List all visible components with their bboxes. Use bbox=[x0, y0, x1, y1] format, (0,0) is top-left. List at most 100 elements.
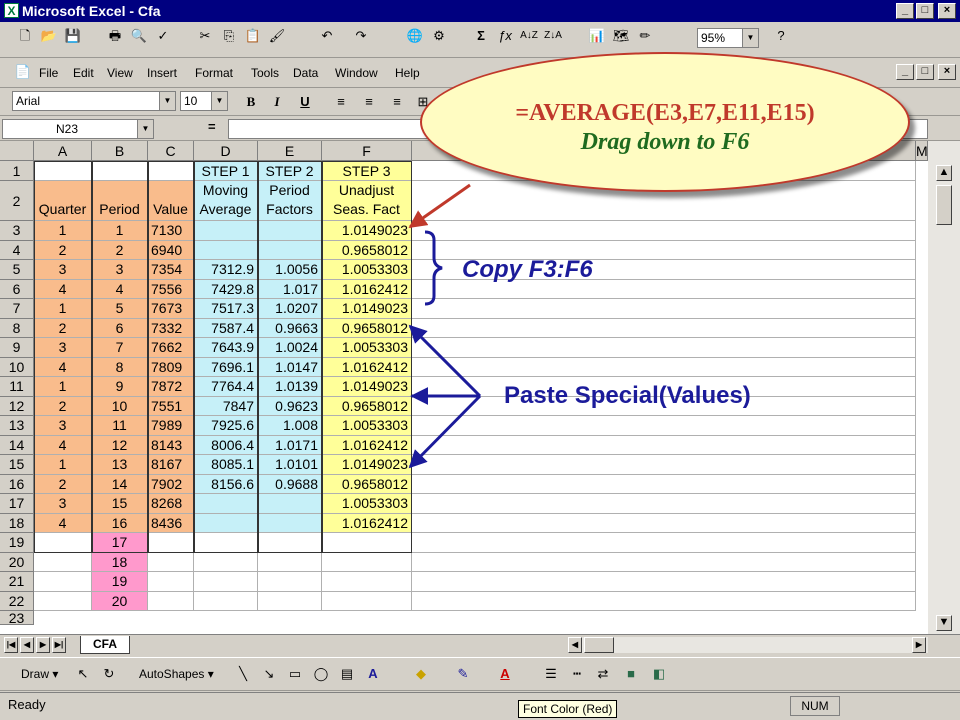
function-icon[interactable]: ƒx bbox=[494, 25, 516, 47]
data-cell[interactable] bbox=[194, 240, 258, 260]
data-cell[interactable]: 7872 bbox=[148, 377, 194, 397]
doc-minimize-button[interactable]: _ bbox=[896, 64, 914, 80]
line-style-icon[interactable]: ☰ bbox=[540, 663, 562, 685]
cell[interactable] bbox=[412, 318, 916, 338]
oval-icon[interactable]: ◯ bbox=[310, 663, 332, 685]
data-cell[interactable]: 6940 bbox=[148, 240, 194, 260]
data-cell[interactable] bbox=[34, 572, 92, 592]
data-cell[interactable]: 1.0162412 bbox=[322, 279, 412, 299]
data-cell[interactable]: 14 bbox=[92, 474, 148, 494]
data-cell[interactable]: 2 bbox=[34, 240, 92, 260]
data-cell[interactable] bbox=[258, 591, 322, 611]
data-cell[interactable]: 8436 bbox=[148, 513, 194, 533]
data-cell[interactable]: 1.0101 bbox=[258, 455, 322, 475]
data-cell[interactable]: 1.0162412 bbox=[322, 357, 412, 377]
data-cell[interactable]: 1 bbox=[34, 299, 92, 319]
cell[interactable] bbox=[412, 455, 916, 475]
data-cell[interactable]: 7925.6 bbox=[194, 416, 258, 436]
data-cell[interactable]: 7429.8 bbox=[194, 279, 258, 299]
data-cell[interactable]: 1.0162412 bbox=[322, 513, 412, 533]
menu-edit[interactable]: Edit bbox=[70, 62, 97, 84]
data-cell[interactable]: 7764.4 bbox=[194, 377, 258, 397]
data-cell[interactable] bbox=[148, 552, 194, 572]
row-header[interactable]: 8 bbox=[0, 318, 34, 338]
header-cell[interactable]: Period bbox=[92, 181, 148, 221]
scroll-thumb[interactable] bbox=[936, 185, 952, 225]
save-icon[interactable]: 💾 bbox=[62, 25, 84, 47]
data-cell[interactable]: 1.0139 bbox=[258, 377, 322, 397]
data-cell[interactable]: 17 bbox=[92, 533, 148, 553]
data-cell[interactable]: 8268 bbox=[148, 494, 194, 514]
autosum-icon[interactable]: Σ bbox=[470, 25, 492, 47]
data-cell[interactable]: 7902 bbox=[148, 474, 194, 494]
cell[interactable] bbox=[412, 221, 916, 241]
cell[interactable] bbox=[34, 161, 92, 181]
print-icon[interactable]: 🖶 bbox=[104, 25, 126, 47]
spreadsheet-grid[interactable]: A B C D E F M 1 2 3 4 5 6 7 8 9 10 11 12 13 14 15 16 17 1… bbox=[0, 141, 928, 634]
data-cell[interactable] bbox=[322, 552, 412, 572]
align-center-icon[interactable]: ≡ bbox=[358, 91, 380, 113]
data-cell[interactable]: 1 bbox=[34, 221, 92, 241]
cell[interactable] bbox=[412, 533, 916, 553]
row-header[interactable]: 2 bbox=[0, 181, 34, 221]
row-header[interactable]: 22 bbox=[0, 591, 34, 611]
cell[interactable] bbox=[412, 513, 916, 533]
hscroll-thumb[interactable] bbox=[584, 637, 614, 653]
cell[interactable] bbox=[412, 474, 916, 494]
data-cell[interactable]: 7989 bbox=[148, 416, 194, 436]
document-icon[interactable]: 📄 bbox=[12, 61, 34, 83]
data-cell[interactable]: 0.9663 bbox=[258, 318, 322, 338]
data-cell[interactable]: 1.0162412 bbox=[322, 435, 412, 455]
row-header[interactable]: 1 bbox=[0, 161, 34, 181]
data-cell[interactable]: 15 bbox=[92, 494, 148, 514]
data-cell[interactable] bbox=[322, 572, 412, 592]
data-cell[interactable]: 7643.9 bbox=[194, 338, 258, 358]
data-cell[interactable] bbox=[148, 533, 194, 553]
row-header[interactable]: 21 bbox=[0, 572, 34, 592]
data-cell[interactable]: 1.0053303 bbox=[322, 260, 412, 280]
data-cell[interactable]: 10 bbox=[92, 396, 148, 416]
hyperlink-icon[interactable]: 🌐 bbox=[404, 25, 426, 47]
menu-data[interactable]: Data bbox=[290, 62, 321, 84]
data-cell[interactable]: 3 bbox=[34, 260, 92, 280]
data-cell[interactable]: 7696.1 bbox=[194, 357, 258, 377]
maximize-button[interactable]: □ bbox=[916, 3, 934, 19]
arrow-style-icon[interactable]: ⇄ bbox=[592, 663, 614, 685]
select-objects-icon[interactable]: ↖ bbox=[72, 663, 94, 685]
column-header-d[interactable]: D bbox=[194, 141, 258, 161]
header-cell[interactable]: Value bbox=[148, 181, 194, 221]
data-cell[interactable]: 1.0149023 bbox=[322, 455, 412, 475]
formula-equals-button[interactable]: = bbox=[208, 119, 216, 134]
cell[interactable] bbox=[412, 299, 916, 319]
sort-descending-icon[interactable]: Z↓A bbox=[542, 25, 564, 47]
format-painter-icon[interactable]: 🖌 bbox=[266, 25, 288, 47]
data-cell[interactable]: 16 bbox=[92, 513, 148, 533]
cell[interactable] bbox=[412, 494, 916, 514]
column-header-f[interactable]: F bbox=[322, 141, 412, 161]
data-cell[interactable]: 1.0053303 bbox=[322, 494, 412, 514]
undo-icon[interactable]: ↶ bbox=[316, 25, 338, 47]
data-cell[interactable]: 7 bbox=[92, 338, 148, 358]
print-preview-icon[interactable]: 🔍 bbox=[128, 25, 150, 47]
doc-restore-button[interactable]: □ bbox=[916, 64, 934, 80]
data-cell[interactable]: 4 bbox=[34, 357, 92, 377]
data-cell[interactable]: 5 bbox=[92, 299, 148, 319]
row-header[interactable]: 13 bbox=[0, 416, 34, 436]
data-cell[interactable] bbox=[148, 572, 194, 592]
rectangle-icon[interactable]: ▭ bbox=[284, 663, 306, 685]
cell[interactable] bbox=[92, 161, 148, 181]
column-header-c[interactable]: C bbox=[148, 141, 194, 161]
data-cell[interactable]: 1.0053303 bbox=[322, 338, 412, 358]
data-cell[interactable]: 0.9658012 bbox=[322, 396, 412, 416]
row-header[interactable]: 10 bbox=[0, 357, 34, 377]
row-header[interactable]: 17 bbox=[0, 494, 34, 514]
data-cell[interactable]: 1.0149023 bbox=[322, 377, 412, 397]
draw-menu[interactable]: Draw ▾ bbox=[18, 663, 61, 685]
name-box[interactable]: N23 ▼ bbox=[2, 119, 154, 139]
data-cell[interactable] bbox=[258, 552, 322, 572]
new-icon[interactable]: 🗋 bbox=[14, 25, 36, 47]
excel-app-icon[interactable]: X bbox=[4, 3, 19, 18]
arrow-icon[interactable]: ↘ bbox=[258, 663, 280, 685]
spelling-icon[interactable]: ✓ bbox=[152, 25, 174, 47]
data-cell[interactable] bbox=[258, 240, 322, 260]
